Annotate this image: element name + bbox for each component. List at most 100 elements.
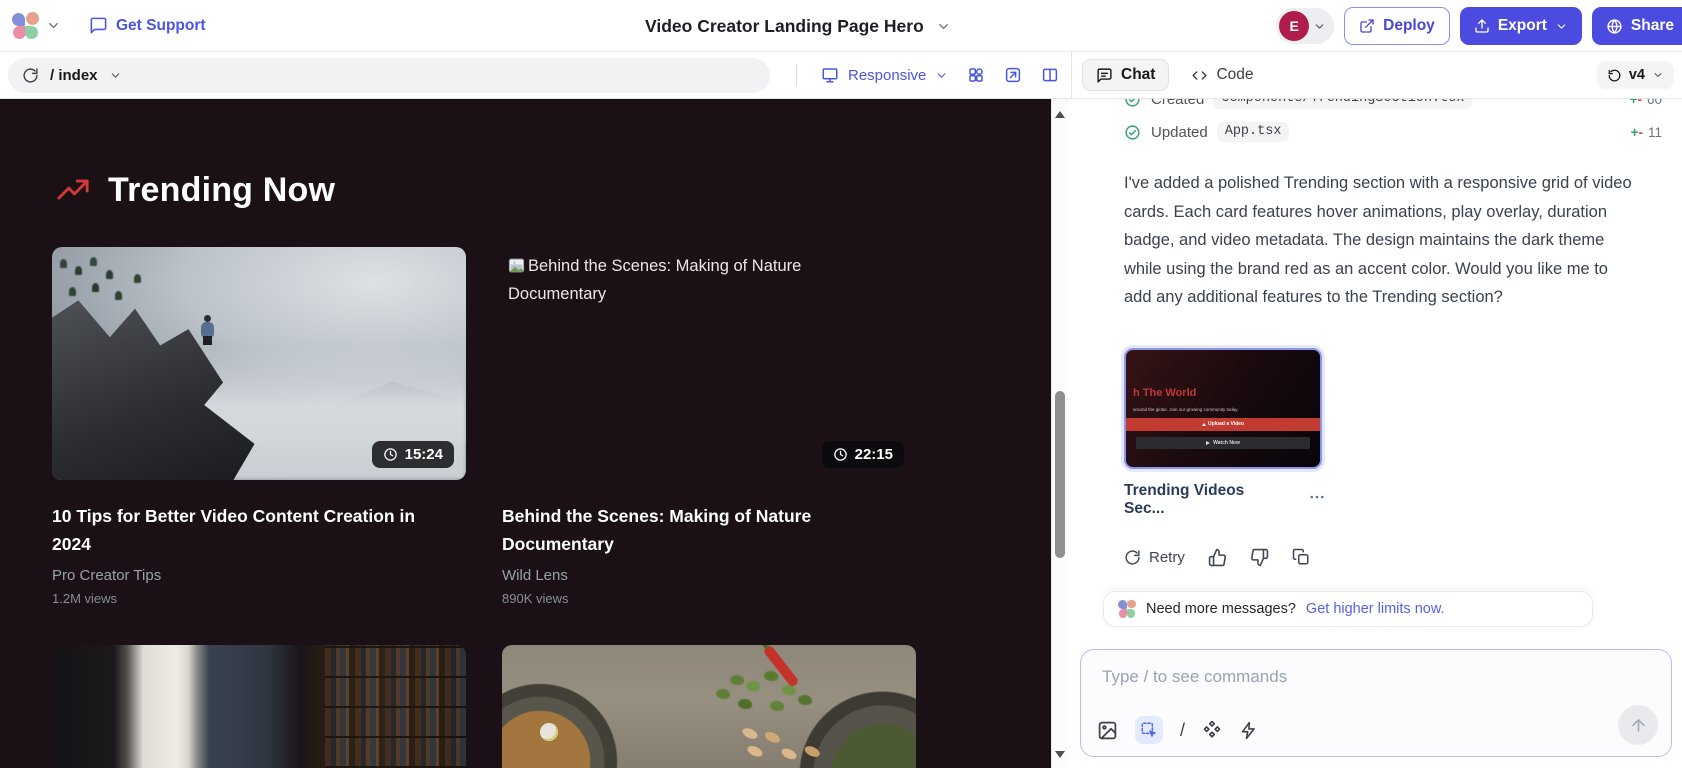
- share-button[interactable]: Share: [1592, 7, 1682, 45]
- check-circle-icon: [1124, 124, 1141, 141]
- version-label: v4: [1629, 67, 1645, 83]
- artifact-thumbnail[interactable]: h The World around the globe. Join our g…: [1124, 348, 1322, 469]
- globe-icon: [1606, 18, 1623, 35]
- chevron-down-icon: [1313, 20, 1326, 33]
- thumb-subtext: around the globe. Join our growing commu…: [1133, 407, 1238, 412]
- alt-text: Behind the Scenes: Making of Nature Docu…: [508, 257, 801, 303]
- composer-toolbar: /: [1097, 716, 1258, 744]
- select-area-icon: [1140, 721, 1158, 739]
- responsive-label: Responsive: [848, 67, 926, 84]
- panel-header: Chat Code v4: [1071, 52, 1682, 98]
- open-in-new-window-icon[interactable]: [1004, 66, 1022, 84]
- section-title: Trending Now: [108, 171, 335, 210]
- photographer-figure: [201, 315, 214, 345]
- scroll-down-arrow[interactable]: [1055, 751, 1065, 758]
- project-title: Video Creator Landing Page Hero: [645, 16, 924, 37]
- video-thumbnail-broken[interactable]: Behind the Scenes: Making of Nature Docu…: [502, 247, 916, 480]
- video-thumbnail[interactable]: 15:24: [52, 247, 466, 480]
- upload-arrow-icon: [1202, 423, 1206, 426]
- split-view-icon[interactable]: [1041, 66, 1059, 84]
- select-element-tool[interactable]: [1135, 716, 1163, 744]
- get-higher-limits-link[interactable]: Get higher limits now.: [1306, 601, 1445, 617]
- route-path[interactable]: / index: [50, 67, 98, 84]
- chevron-down-icon: [1555, 20, 1568, 33]
- workspace-menu-chevron-icon[interactable]: [46, 18, 61, 33]
- trending-section-header: Trending Now: [56, 171, 335, 210]
- integrations-icon[interactable]: [1202, 720, 1222, 740]
- trending-up-icon: [56, 174, 90, 208]
- video-thumbnail[interactable]: [52, 645, 466, 768]
- chevron-down-icon[interactable]: [109, 69, 122, 82]
- chevron-down-icon: [936, 19, 951, 34]
- video-channel: Pro Creator Tips: [52, 567, 466, 584]
- artifact-card[interactable]: h The World around the globe. Join our g…: [1124, 348, 1326, 518]
- video-title: 10 Tips for Better Video Content Creatio…: [52, 502, 452, 558]
- file-name-chip[interactable]: components/TrendingSection.tsx: [1213, 99, 1472, 109]
- app-logo-icon: [12, 12, 39, 39]
- history-icon: [1607, 68, 1622, 83]
- top-bar: Get Support Video Creator Landing Page H…: [0, 0, 1682, 52]
- responsive-mode-select[interactable]: Responsive: [821, 66, 948, 84]
- tab-code[interactable]: Code: [1191, 66, 1253, 84]
- get-support-label: Get Support: [116, 17, 206, 35]
- clock-icon: [833, 447, 848, 462]
- assistant-message: I've added a polished Trending section w…: [1124, 169, 1632, 312]
- chat-bubble-icon: [89, 16, 108, 35]
- upload-icon: [1474, 18, 1490, 34]
- thumb-primary-button: Upload a Video: [1126, 418, 1320, 431]
- ellipsis-menu-icon[interactable]: [1308, 488, 1326, 511]
- avatar: E: [1279, 11, 1309, 41]
- retry-label: Retry: [1149, 549, 1185, 566]
- lightning-icon[interactable]: [1239, 721, 1258, 740]
- deploy-label: Deploy: [1383, 17, 1435, 35]
- main-area: Trending Now 15:24: [0, 99, 1682, 768]
- get-support-link[interactable]: Get Support: [89, 16, 206, 35]
- video-card[interactable]: 15:24 10 Tips for Better Video Content C…: [52, 247, 466, 606]
- video-views: 890K views: [502, 591, 916, 606]
- chat-composer[interactable]: /: [1080, 649, 1672, 757]
- file-action: Created: [1151, 99, 1204, 108]
- chat-panel: Created components/TrendingSection.tsx +…: [1068, 99, 1682, 768]
- account-menu[interactable]: E: [1276, 8, 1334, 44]
- chat-input[interactable]: [1102, 667, 1522, 687]
- slash-command-button[interactable]: /: [1180, 720, 1185, 741]
- retry-button[interactable]: Retry: [1124, 549, 1185, 566]
- preview-scrollbar[interactable]: [1051, 99, 1068, 768]
- code-tab-label: Code: [1216, 66, 1253, 84]
- video-views: 1.2M views: [52, 591, 466, 606]
- export-button[interactable]: Export: [1460, 7, 1582, 45]
- preview-panel: Trending Now 15:24: [0, 99, 1051, 768]
- preview-url-bar[interactable]: / index: [8, 58, 770, 93]
- scroll-up-arrow[interactable]: [1055, 111, 1065, 118]
- file-name-chip[interactable]: App.tsx: [1217, 122, 1290, 142]
- refresh-icon[interactable]: [22, 67, 39, 84]
- artifact-label[interactable]: Trending Videos Sec...: [1124, 482, 1288, 518]
- scrollbar-thumb[interactable]: [1055, 391, 1065, 558]
- thumb-secondary-button: Watch Now: [1136, 437, 1310, 449]
- copy-icon[interactable]: [1292, 548, 1310, 566]
- herbs-decoration: [730, 675, 744, 685]
- attach-image-icon[interactable]: [1097, 720, 1118, 741]
- divider: [796, 64, 797, 86]
- tab-chat[interactable]: Chat: [1082, 59, 1169, 91]
- clock-icon: [383, 447, 398, 462]
- project-title-menu[interactable]: Video Creator Landing Page Hero: [645, 0, 951, 52]
- toolbar-left: / index Responsive: [0, 52, 1071, 98]
- thumbs-down-icon[interactable]: [1250, 548, 1269, 567]
- chevron-down-icon: [1652, 69, 1664, 81]
- components-icon[interactable]: [967, 66, 985, 84]
- share-label: Share: [1631, 17, 1674, 35]
- video-cards-row-partial: [52, 645, 916, 768]
- banner-text: Need more messages?: [1146, 601, 1296, 617]
- check-circle-icon: [1124, 99, 1141, 108]
- chat-bubble-icon: [1096, 67, 1113, 84]
- cashews-decoration: [741, 726, 759, 741]
- file-change-row: Updated App.tsx +-11: [1124, 119, 1662, 145]
- video-card[interactable]: Behind the Scenes: Making of Nature Docu…: [502, 247, 916, 606]
- send-button[interactable]: [1618, 705, 1658, 745]
- video-thumbnail[interactable]: [502, 645, 916, 768]
- refresh-icon: [1124, 549, 1141, 566]
- deploy-button[interactable]: Deploy: [1344, 7, 1450, 45]
- thumbs-up-icon[interactable]: [1208, 548, 1227, 567]
- version-select[interactable]: v4: [1597, 61, 1674, 89]
